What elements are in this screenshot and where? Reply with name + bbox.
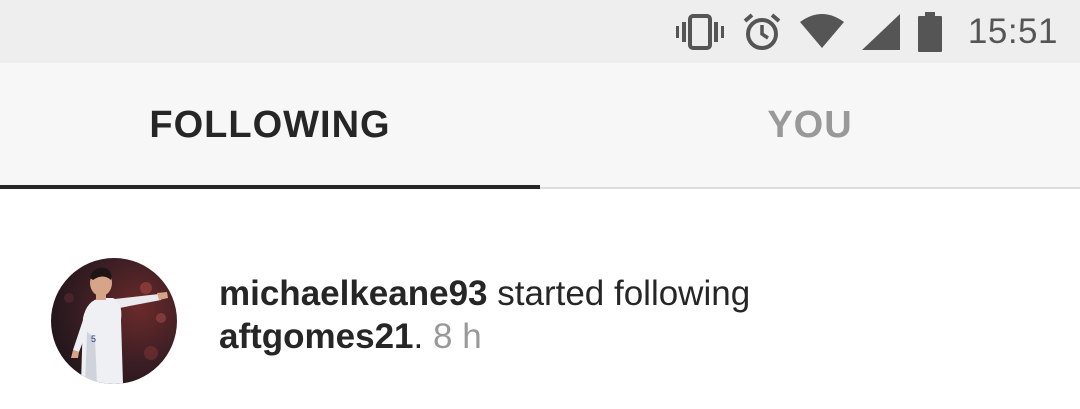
activity-text: michaelkeane93 started following aftgome… xyxy=(219,272,1039,358)
status-icons: 15:51 xyxy=(658,10,1058,54)
battery-icon xyxy=(917,12,942,52)
alarm-icon xyxy=(743,13,781,50)
activity-separator: . xyxy=(413,317,424,356)
target-username[interactable]: aftgomes21 xyxy=(219,317,414,356)
tab-you[interactable]: YOU xyxy=(540,63,1080,187)
vibrate-icon xyxy=(675,14,724,50)
svg-text:5: 5 xyxy=(91,334,96,344)
active-tab-indicator xyxy=(0,185,540,189)
avatar[interactable]: 5 xyxy=(51,258,177,384)
actor-username[interactable]: michaelkeane93 xyxy=(219,274,488,313)
activity-timestamp: 8 h xyxy=(433,317,482,356)
tab-following[interactable]: FOLLOWING xyxy=(0,63,540,187)
activity-list-item[interactable]: 5 michaelkeane93 started following aftgo… xyxy=(0,190,1080,409)
activity-action: started following xyxy=(497,274,751,313)
tab-bar: FOLLOWING YOU xyxy=(0,63,1080,189)
avatar-photo: 5 xyxy=(51,258,177,384)
wifi-icon xyxy=(799,14,844,48)
status-bar: 15:51 xyxy=(0,0,1080,63)
status-clock: 15:51 xyxy=(967,12,1058,51)
signal-icon xyxy=(861,14,900,50)
